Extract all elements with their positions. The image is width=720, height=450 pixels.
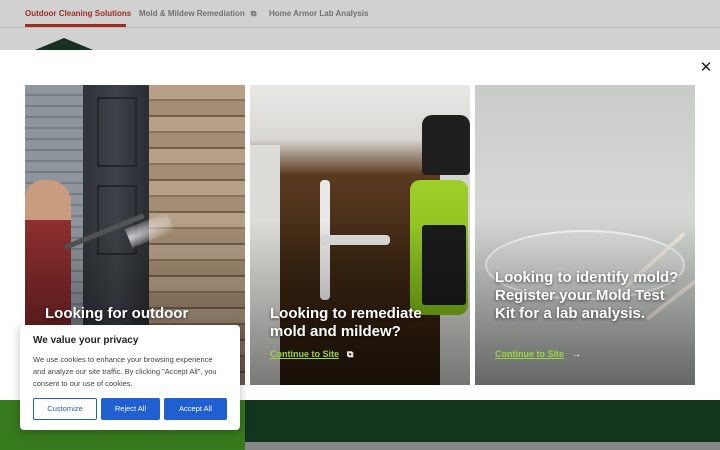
external-link-icon: ⧉ [347,349,354,359]
overlay-shade-top [0,0,720,50]
customize-button[interactable]: Customize [33,398,97,420]
cookie-text: We use cookies to enhance your browsing … [33,355,217,388]
link-label: Continue to Site [495,349,564,359]
cookie-actions: Customize Reject All Accept All [33,398,227,420]
link-label: Continue to Site [270,349,339,359]
card-title: Looking for outdoor [45,305,189,322]
card-title: Looking to identify mold? Register your … [495,269,679,322]
reject-all-button[interactable]: Reject All [101,398,160,420]
card-scrim [475,85,695,385]
arrow-right-icon: → [572,349,581,359]
cookie-title: We value your privacy [33,335,139,346]
continue-to-site-link[interactable]: Continue to Site ⧉ [270,349,353,360]
cookie-consent-banner: We value your privacy We use cookies to … [20,325,240,430]
card-title: Looking to remediate mold and mildew? [270,305,422,340]
accept-all-button[interactable]: Accept All [164,398,227,420]
card-lab-analysis[interactable]: Looking to identify mold? Register your … [475,85,695,385]
close-icon[interactable]: ✕ [697,59,715,77]
continue-to-site-link[interactable]: Continue to Site → [495,349,581,359]
card-mold-remediation[interactable]: Looking to remediate mold and mildew? Co… [250,85,470,385]
